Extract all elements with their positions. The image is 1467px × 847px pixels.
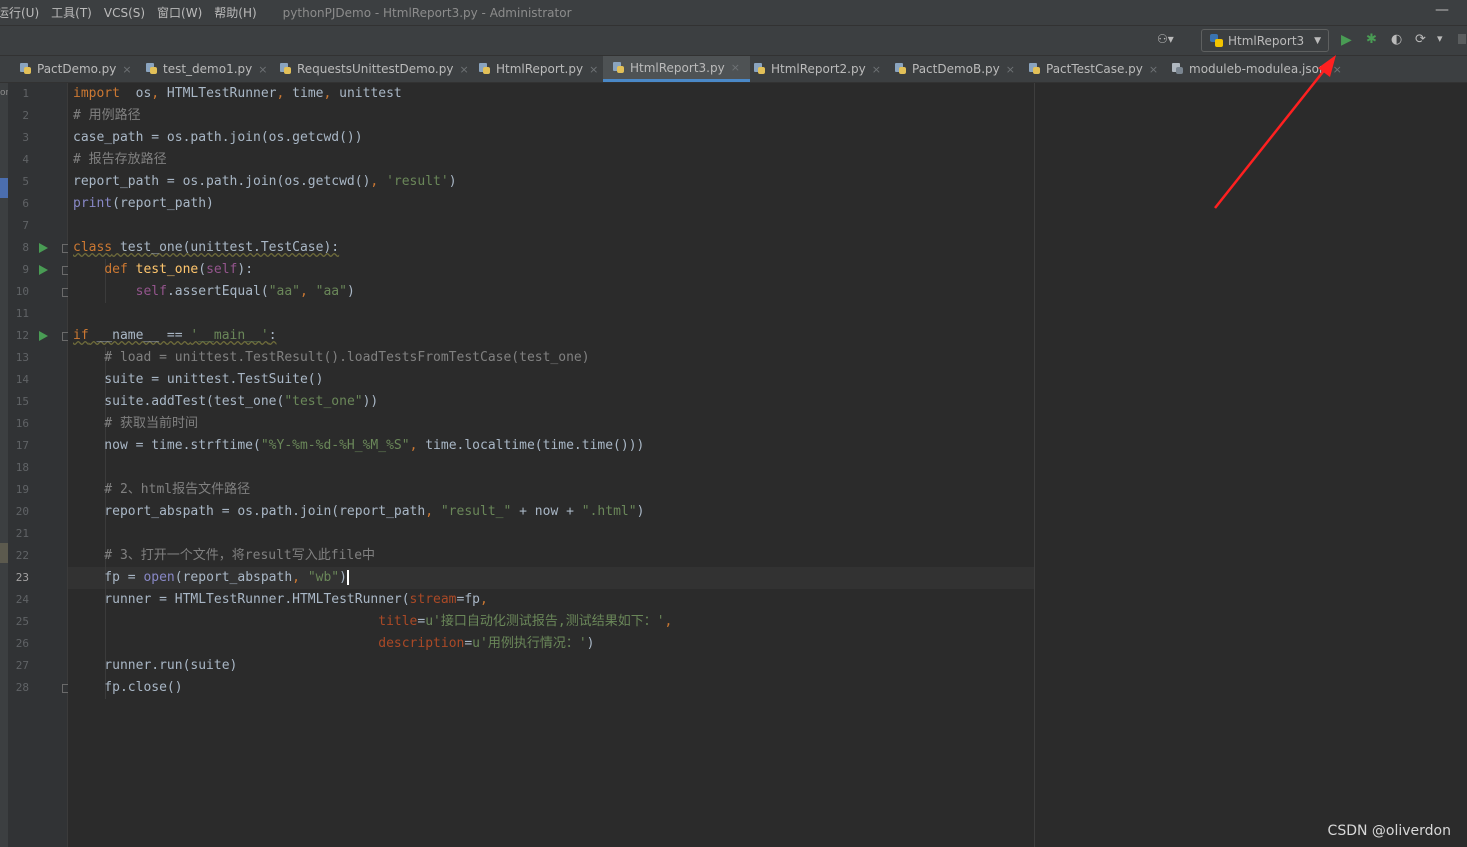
annotation-arrow	[0, 0, 1467, 847]
watermark: CSDN @oliverdon	[1328, 823, 1451, 839]
